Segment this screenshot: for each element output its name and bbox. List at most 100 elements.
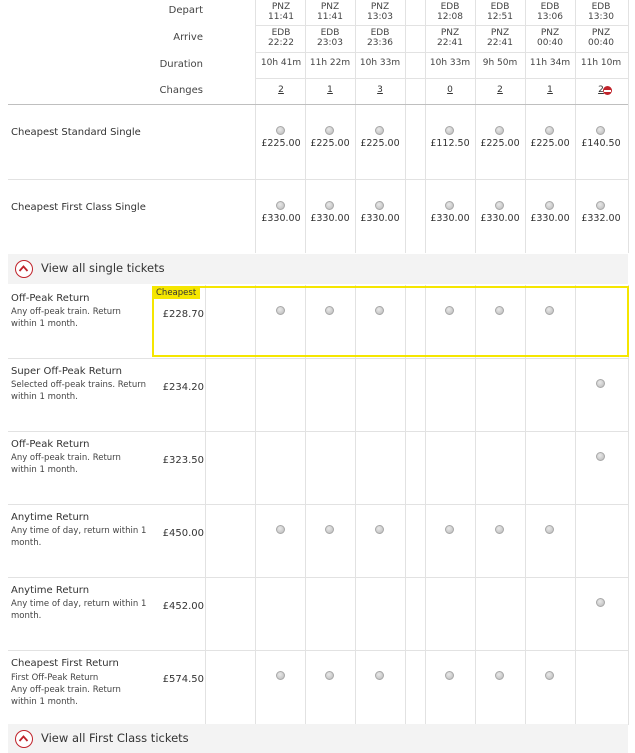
duration-value: 11h 22m <box>309 58 351 68</box>
arrive-station: PNZ <box>591 28 611 38</box>
depart-time: 12:51 <box>487 12 513 22</box>
column-divider <box>628 0 629 253</box>
return-fare-price: £574.50 <box>162 674 204 685</box>
fare-radio[interactable] <box>325 671 334 680</box>
fare-radio[interactable] <box>445 126 454 135</box>
column-divider <box>255 0 256 253</box>
column-divider <box>405 0 406 253</box>
chevron-up-icon[interactable] <box>15 730 33 748</box>
fare-radio[interactable] <box>545 201 554 210</box>
fare-radio[interactable] <box>325 126 334 135</box>
cheapest-badge: Cheapest <box>152 287 201 299</box>
disruption-icon <box>603 86 612 95</box>
single-fare-price: £225.00 <box>480 138 520 149</box>
arrive-cell: PNZ 22:41 <box>476 28 524 48</box>
changes-link[interactable]: 1 <box>306 85 354 95</box>
changes-link[interactable]: 1 <box>526 85 574 95</box>
arrive-time: 22:22 <box>268 38 294 48</box>
single-fare-price: £330.00 <box>360 213 400 224</box>
single-fare-price: £330.00 <box>480 213 520 224</box>
arrive-time: 23:36 <box>367 38 393 48</box>
fare-radio[interactable] <box>596 379 605 388</box>
depart-cell: EDB 13:06 <box>526 2 574 22</box>
changes-link[interactable]: 2 <box>257 85 305 95</box>
fare-radio[interactable] <box>276 126 285 135</box>
changes-link[interactable]: 2 <box>476 85 524 95</box>
fare-radio[interactable] <box>325 525 334 534</box>
fare-radio[interactable] <box>276 201 285 210</box>
return-fare-subtitle: First Off-Peak Return <box>11 673 99 683</box>
view-all-single-tickets[interactable]: View all single tickets <box>8 254 628 284</box>
depart-station: EDB <box>490 2 510 12</box>
fare-radio[interactable] <box>545 671 554 680</box>
fare-radio[interactable] <box>375 126 384 135</box>
header-label-changes: Changes <box>159 85 204 96</box>
depart-station: EDB <box>540 2 560 12</box>
row-divider <box>8 504 628 505</box>
fare-radio[interactable] <box>375 201 384 210</box>
fare-radio[interactable] <box>445 525 454 534</box>
return-fare-title: Off-Peak Return <box>11 293 90 304</box>
chevron-up-icon[interactable] <box>15 260 33 278</box>
view-all-label[interactable]: View all First Class tickets <box>41 731 189 745</box>
arrive-cell: PNZ 00:40 <box>577 28 625 48</box>
depart-station: EDB <box>591 2 611 12</box>
arrive-cell: PNZ 22:41 <box>426 28 474 48</box>
return-fare-title: Super Off-Peak Return <box>11 366 122 377</box>
row-divider <box>8 179 628 180</box>
depart-cell: PNZ 11:41 <box>306 2 354 22</box>
single-fare-price: £330.00 <box>261 213 301 224</box>
fare-radio[interactable] <box>445 671 454 680</box>
row-divider <box>8 431 628 432</box>
depart-cell: EDB 12:08 <box>426 2 474 22</box>
arrive-time: 23:03 <box>317 38 343 48</box>
fare-radio[interactable] <box>276 671 285 680</box>
row-divider <box>8 577 628 578</box>
header-label-arrive: Arrive <box>173 32 203 43</box>
return-fare-price: £450.00 <box>162 528 204 539</box>
fare-radio[interactable] <box>495 201 504 210</box>
duration-value: 10h 33m <box>429 58 471 68</box>
single-fare-price: £332.00 <box>581 213 621 224</box>
fare-radio[interactable] <box>545 126 554 135</box>
view-all-label[interactable]: View all single tickets <box>41 261 165 275</box>
depart-cell: EDB 12:51 <box>476 2 524 22</box>
fare-radio[interactable] <box>445 201 454 210</box>
fare-radio[interactable] <box>545 525 554 534</box>
fare-radio[interactable] <box>596 598 605 607</box>
fare-radio[interactable] <box>495 525 504 534</box>
duration-value: 11h 10m <box>580 58 622 68</box>
fare-radio[interactable] <box>596 452 605 461</box>
arrive-station: EDB <box>320 28 340 38</box>
depart-time: 13:06 <box>537 12 563 22</box>
fare-radio[interactable] <box>375 671 384 680</box>
fare-radio[interactable] <box>325 201 334 210</box>
arrive-cell: EDB 22:22 <box>257 28 305 48</box>
changes-link[interactable]: 3 <box>356 85 404 95</box>
depart-cell: PNZ 11:41 <box>257 2 305 22</box>
return-fare-title: Off-Peak Return <box>11 439 90 450</box>
return-fare-description: Any off-peak train. Return within 1 mont… <box>11 453 121 475</box>
arrive-time: 22:41 <box>487 38 513 48</box>
fare-radio[interactable] <box>375 525 384 534</box>
fare-radio[interactable] <box>495 671 504 680</box>
duration-value: 11h 34m <box>529 58 571 68</box>
fare-radio[interactable] <box>596 126 605 135</box>
fare-radio[interactable] <box>596 201 605 210</box>
view-all-first-class-tickets[interactable]: View all First Class tickets <box>8 724 628 753</box>
duration-value: 10h 41m <box>260 58 302 68</box>
changes-link[interactable]: 2 <box>577 85 625 95</box>
return-fare-description: Any off-peak train. Return within 1 mont… <box>11 685 121 707</box>
changes-link[interactable]: 0 <box>426 85 474 95</box>
single-fare-price: £225.00 <box>360 138 400 149</box>
single-fare-price: £112.50 <box>430 138 470 149</box>
return-fare-title: Cheapest First Return <box>11 658 119 669</box>
arrive-time: 00:40 <box>588 38 614 48</box>
row-divider <box>8 650 628 651</box>
depart-station: PNZ <box>271 2 291 12</box>
fare-radio[interactable] <box>276 525 285 534</box>
fare-radio[interactable] <box>495 126 504 135</box>
return-fare-price: £452.00 <box>162 601 204 612</box>
disruption-bar <box>604 89 611 92</box>
single-fare-title: Cheapest Standard Single <box>11 127 141 138</box>
